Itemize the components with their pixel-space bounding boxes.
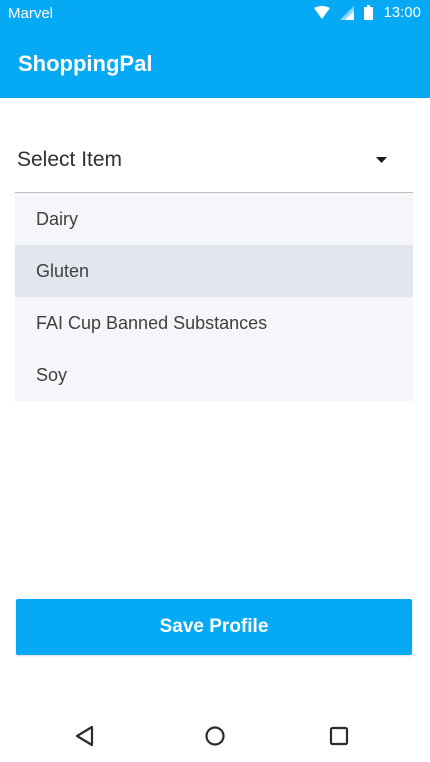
dropdown-menu: Dairy Gluten FAI Cup Banned Substances S… xyxy=(15,193,413,401)
clock: 13:00 xyxy=(383,4,421,21)
dropdown-item-soy[interactable]: Soy xyxy=(15,349,413,401)
signal-icon xyxy=(340,5,355,20)
navigation-bar xyxy=(0,706,430,762)
screen: Marvel 13:00 ShoppingPal Select Item Dai… xyxy=(0,0,430,762)
battery-icon xyxy=(364,5,374,20)
status-icons: 13:00 xyxy=(314,4,421,21)
item-select[interactable]: Select Item xyxy=(15,130,413,193)
save-profile-button[interactable]: Save Profile xyxy=(16,599,412,655)
app-title: ShoppingPal xyxy=(18,51,153,76)
app-bar: ShoppingPal xyxy=(0,28,430,98)
dropdown-item-gluten[interactable]: Gluten xyxy=(15,245,413,297)
carrier-label: Marvel xyxy=(8,5,54,22)
status-bar: Marvel 13:00 xyxy=(0,0,430,28)
recents-icon[interactable] xyxy=(326,723,352,749)
home-icon[interactable] xyxy=(202,723,228,749)
dropdown-item-dairy[interactable]: Dairy xyxy=(15,193,413,245)
wifi-icon xyxy=(314,5,331,19)
select-label: Select Item xyxy=(17,148,123,171)
dropdown-item-fai-cup-banned-substances[interactable]: FAI Cup Banned Substances xyxy=(15,297,413,349)
back-icon[interactable] xyxy=(72,723,98,749)
caret-down-icon xyxy=(376,157,387,163)
